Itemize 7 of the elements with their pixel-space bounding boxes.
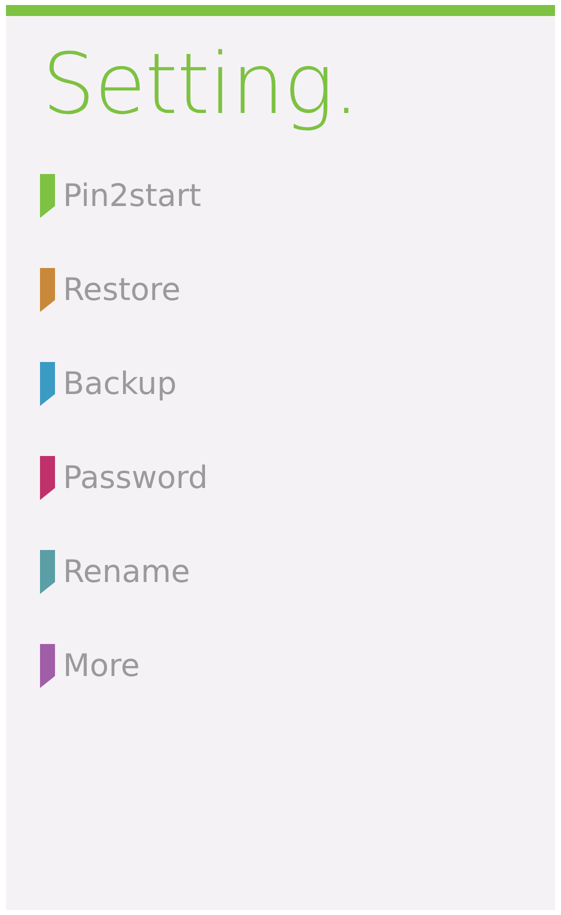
settings-item[interactable]: Restore <box>40 268 181 312</box>
settings-item[interactable]: More <box>40 644 140 688</box>
settings-item[interactable]: Pin2start <box>40 174 202 218</box>
settings-item[interactable]: Rename <box>40 550 190 594</box>
settings-item[interactable]: Password <box>40 456 208 500</box>
settings-item[interactable]: Backup <box>40 362 177 406</box>
page-title: Setting. <box>42 38 360 130</box>
